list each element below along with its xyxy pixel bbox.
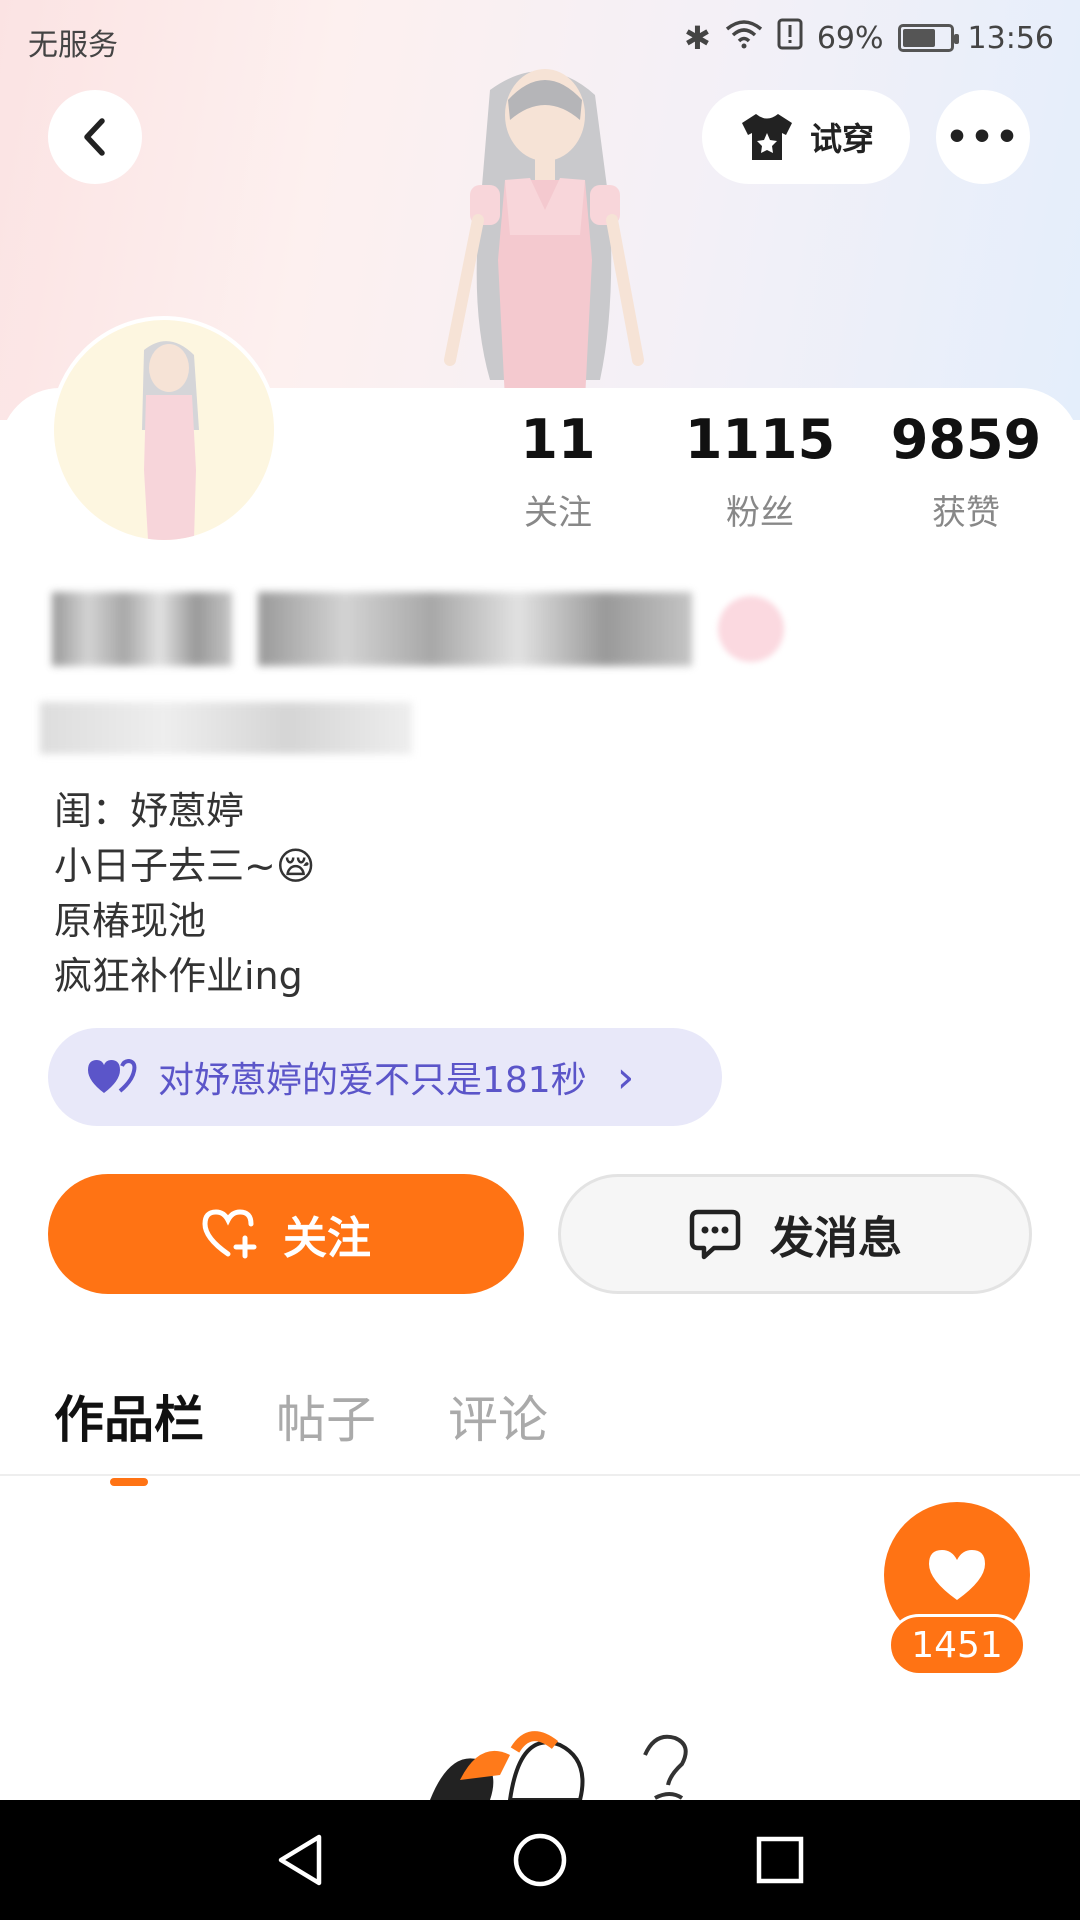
nav-recents-button[interactable]	[748, 1828, 812, 1892]
battery-fill	[902, 29, 935, 47]
try-on-button[interactable]: 试穿	[702, 90, 910, 184]
stat-value: 11	[520, 408, 596, 471]
chevron-left-icon	[84, 118, 105, 156]
back-button[interactable]	[48, 90, 142, 184]
stat-label: 关注	[524, 493, 592, 533]
more-options-button[interactable]: •••	[936, 90, 1030, 184]
stat-followers[interactable]: 1115 粉丝	[670, 405, 850, 534]
tabs-divider	[0, 1474, 1080, 1476]
avatar-character-figure	[444, 69, 644, 400]
triangle-back-icon	[278, 1834, 322, 1886]
battery-percent: 69%	[816, 20, 884, 56]
bio-line: 小日子去三~😪	[54, 844, 316, 888]
level-badge	[718, 596, 784, 662]
avatar[interactable]	[50, 316, 278, 544]
bluetooth-icon: ✱	[684, 19, 711, 57]
tab-works[interactable]: 作品栏	[54, 1380, 204, 1452]
try-on-label: 试穿	[809, 120, 874, 158]
follow-label: 关注	[283, 1213, 371, 1264]
double-heart-icon	[88, 1058, 137, 1093]
bio-line: 疯狂补作业ing	[54, 954, 303, 998]
artwork-preview	[430, 1731, 688, 1800]
nav-back-button[interactable]	[268, 1828, 332, 1892]
send-message-label: 发消息	[770, 1213, 902, 1264]
bio-line: 闺：妤蒽婷	[54, 789, 245, 833]
stat-label: 粉丝	[726, 493, 794, 533]
profile-tabs: 作品栏 帖子 评论	[54, 1380, 548, 1452]
stat-value: 9859	[890, 408, 1042, 471]
square-recents-icon	[756, 1836, 804, 1884]
chevron-right-icon: ›	[616, 1051, 635, 1103]
alert-icon	[777, 18, 803, 58]
nav-home-button[interactable]	[508, 1828, 572, 1892]
bio: 闺：妤蒽婷 小日子去三~😪 原椿现池 疯狂补作业ing	[54, 784, 315, 1004]
battery-icon	[897, 24, 959, 52]
system-navigation-bar	[0, 1800, 1080, 1920]
tab-posts[interactable]: 帖子	[276, 1380, 376, 1452]
send-message-button[interactable]: 发消息	[558, 1174, 1032, 1294]
avatar-image	[142, 341, 199, 540]
wifi-icon	[725, 19, 763, 57]
user-id-redacted	[40, 702, 412, 754]
bio-line: 原椿现池	[54, 899, 207, 943]
stat-value: 1115	[684, 408, 836, 471]
couple-badge-text: 对妤蒽婷的爱不只是181秒	[158, 1060, 587, 1101]
chat-bubble-icon	[689, 1209, 741, 1260]
couple-badge-link[interactable]: 对妤蒽婷的爱不只是181秒 ›	[48, 1028, 722, 1126]
clock: 13:56	[967, 20, 1054, 56]
stat-likes[interactable]: 9859 获赞	[876, 405, 1056, 534]
stat-following[interactable]: 11 关注	[468, 405, 648, 534]
username-redacted	[52, 592, 784, 666]
like-count: 1451	[888, 1614, 1026, 1676]
stat-label: 获赞	[932, 493, 1000, 533]
circle-home-icon	[513, 1833, 567, 1887]
floating-like-button[interactable]: 1451	[884, 1502, 1030, 1677]
tshirt-icon	[741, 114, 792, 160]
tab-comments[interactable]: 评论	[448, 1380, 548, 1452]
more-dots-icon: •••	[945, 116, 1021, 158]
heart-icon	[929, 1550, 985, 1600]
follow-button[interactable]: 关注	[48, 1174, 524, 1294]
heart-plus-icon	[202, 1209, 257, 1259]
carrier-text: 无服务	[28, 28, 118, 63]
